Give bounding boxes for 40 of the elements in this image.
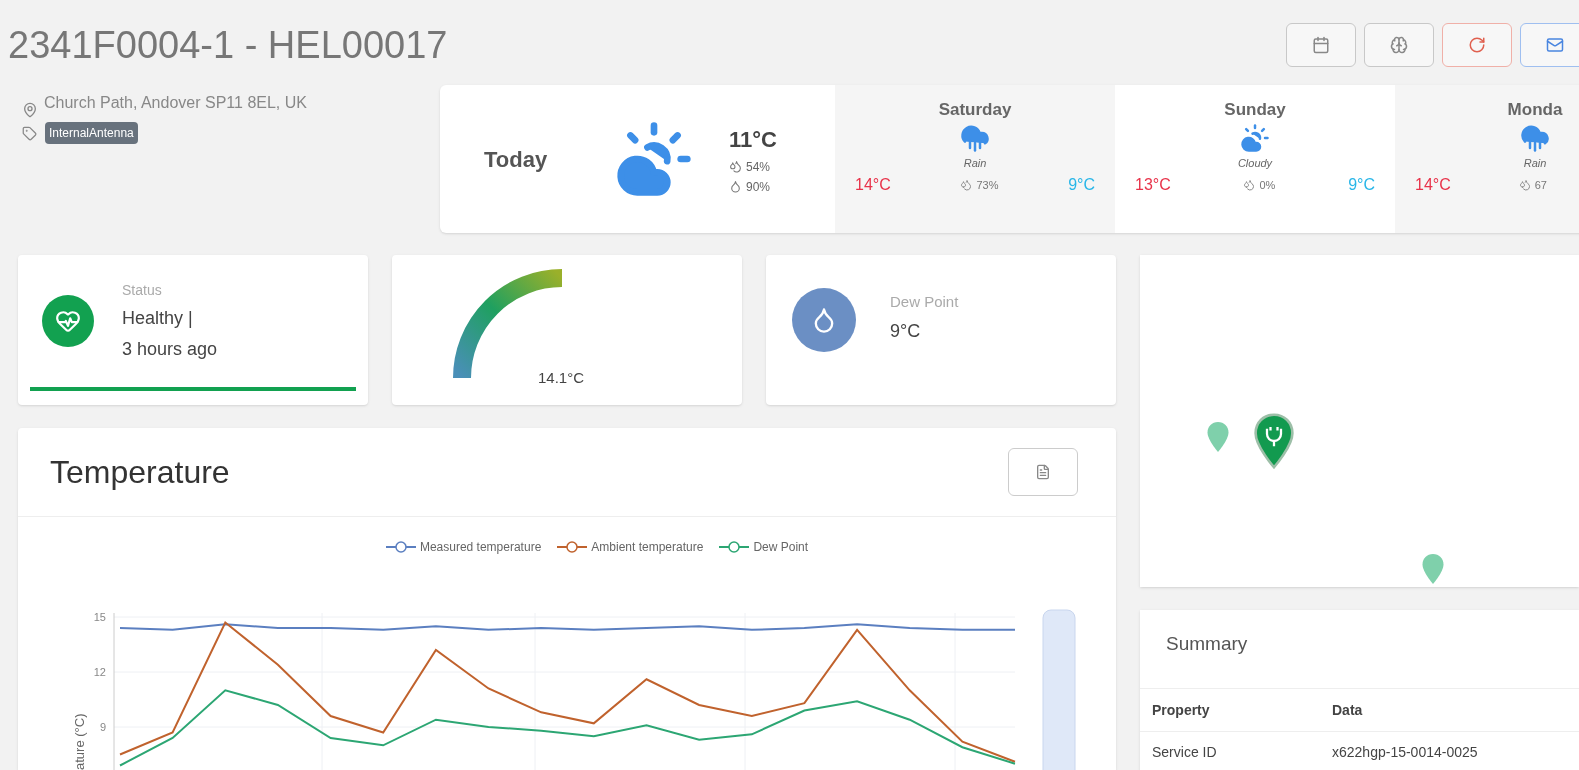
forecast-condition: Rain <box>963 155 987 171</box>
rain-chance: 67 <box>1534 177 1547 193</box>
status-label: Status <box>122 280 163 300</box>
rain-chance: 54% <box>746 158 771 176</box>
address-text: Church Path, Andover SP11 8EL, UK <box>44 93 308 113</box>
dew-point-label: Dew Point <box>890 292 959 313</box>
forecast-day: Saturday <box>938 97 1012 123</box>
humidity: 90% <box>746 178 771 196</box>
rain-chance: 73% <box>976 177 999 193</box>
legend-label: Dew Point <box>753 539 809 556</box>
high-temperature: 14°C <box>855 175 891 195</box>
column-header: Property <box>1152 700 1211 720</box>
table-cell-text: Service ID <box>1152 742 1218 762</box>
summary-title: Summary <box>1165 632 1249 656</box>
forecast-day: Sunday <box>1224 97 1286 123</box>
forecast-condition: Rain <box>1523 155 1547 171</box>
page-title: 2341F0004-1 - HEL00017 <box>8 22 448 68</box>
low-temperature: 9°C <box>1348 175 1375 195</box>
table-cell-text: x622hgp-15-0014-0025 <box>1332 742 1478 762</box>
forecast-condition: Cloudy <box>1237 155 1273 171</box>
legend-label: Measured temperature <box>419 539 542 556</box>
today-temperature: 11°C <box>729 125 777 154</box>
high-temperature: 13°C <box>1135 175 1171 195</box>
panel-title: Temperature <box>50 453 230 492</box>
low-temperature: 9°C <box>1068 175 1095 195</box>
forecast-day: Monda <box>1507 97 1563 123</box>
today-label: Today <box>484 145 549 174</box>
y-tick-label: 15 <box>93 611 106 623</box>
y-axis-label: ature (°C) <box>72 713 87 770</box>
y-tick-label: 12 <box>93 666 106 678</box>
rain-chance: 0% <box>1259 177 1276 193</box>
status-value: Healthy | <box>122 306 194 330</box>
high-temperature: 14°C <box>1415 175 1451 195</box>
tag-badge: InternalAntenna <box>45 122 138 144</box>
status-time: 3 hours ago <box>122 337 218 361</box>
legend-label: Ambient temperature <box>591 539 704 556</box>
dew-point-value: 9°C <box>890 319 922 343</box>
gauge-reading: 14.1°C <box>538 368 585 388</box>
column-header: Data <box>1332 700 1363 720</box>
y-tick-label: 9 <box>99 721 106 733</box>
